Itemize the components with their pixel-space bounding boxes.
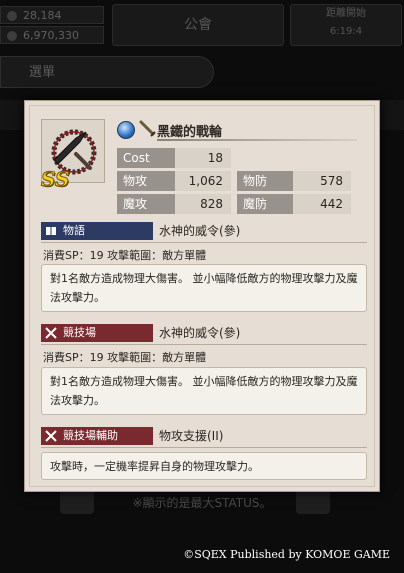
menu-button[interactable]: 選單	[0, 56, 214, 88]
gem-icon	[7, 11, 17, 21]
story-skill-name: 水神的威令(參)	[159, 224, 241, 238]
sword-category-icon	[139, 120, 156, 137]
story-skill-info: 消費SP：19 攻擊範圍：敵方單體	[43, 249, 207, 262]
arena-skill-header: 競技場 水神的威令(參)	[41, 324, 367, 345]
title-divider	[157, 139, 357, 141]
cost-value: 18	[175, 148, 231, 168]
mdef-label: 魔防	[237, 194, 293, 214]
story-skill-header: 物語 水神的威令(參)	[41, 222, 367, 243]
mdef-value: 442	[293, 194, 351, 214]
matk-label: 魔攻	[117, 194, 175, 214]
weapon-title: 黑鐵的戰輪	[117, 120, 367, 141]
rarity-badge: SS	[40, 167, 70, 192]
water-element-icon	[117, 121, 135, 139]
timer-label: 距離開始	[326, 8, 366, 19]
arena-skill-description: 對1名敵方造成物理大傷害。 並小幅降低敵方的物理攻擊力及魔法攻擊力。	[41, 367, 367, 415]
event-timer: 距離開始 6:19:4	[290, 4, 402, 46]
patk-label: 物攻	[117, 171, 175, 191]
matk-value: 828	[175, 194, 231, 214]
arena-tag: 競技場	[41, 324, 153, 342]
weapon-detail-modal: SS 黑鐵的戰輪 Cost 18 物攻 1,062 物防 578 魔攻 828 …	[24, 100, 380, 492]
story-skill-description: 對1名敵方造成物理大傷害。 並小幅降低敵方的物理攻擊力及魔法攻擊力。	[41, 264, 367, 312]
timer-value: 6:19:4	[329, 26, 363, 37]
support-skill-name: 物攻支援(II)	[159, 429, 224, 443]
copyright-text: ©SQEX Published by KOMOE GAME	[183, 548, 390, 561]
cost-label: Cost	[117, 148, 175, 168]
crossed-swords-icon	[45, 327, 57, 339]
gold-count: 6,970,330	[0, 26, 104, 44]
gem-count: 28,184	[0, 6, 104, 24]
weapon-name: 黑鐵的戰輪	[157, 125, 223, 140]
gold-icon	[7, 31, 17, 41]
book-icon	[46, 227, 56, 235]
story-tag: 物語	[41, 222, 153, 240]
pdef-label: 物防	[237, 171, 293, 191]
status-note: ※顯示的是最大STATUS。	[132, 496, 272, 510]
support-skill-header: 競技場輔助 物攻支援(II)	[41, 427, 367, 448]
crossed-swords-icon	[45, 430, 57, 442]
pdef-value: 578	[293, 171, 351, 191]
support-tag: 競技場輔助	[41, 427, 153, 445]
support-skill-description: 攻擊時，一定機率提昇自身的物理攻擊力。	[41, 452, 367, 480]
arena-skill-info: 消費SP：19 攻擊範圍：敵方單體	[43, 351, 207, 364]
patk-value: 1,062	[175, 171, 231, 191]
arena-skill-name: 水神的威令(參)	[159, 326, 241, 340]
guild-button[interactable]: 公會	[112, 4, 284, 46]
